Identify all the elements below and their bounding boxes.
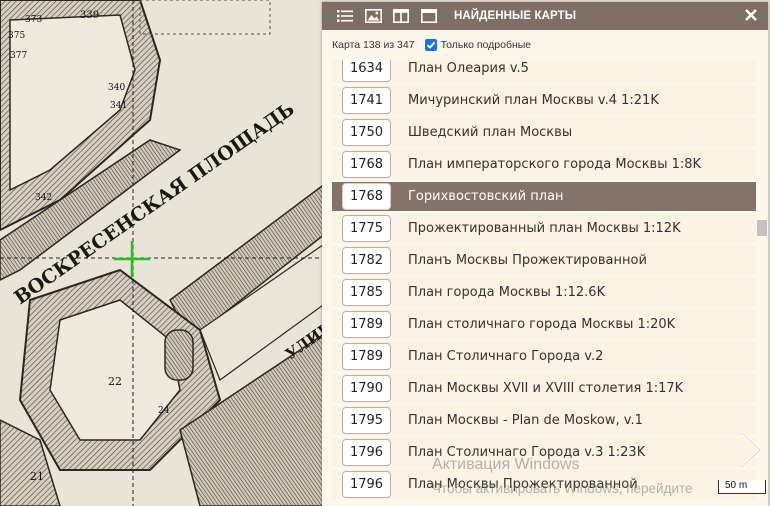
map-year-badge[interactable]: 1741 bbox=[342, 87, 391, 114]
maps-list[interactable]: 1634 План Олеария v.5 1741 Мичуринский план… bbox=[332, 60, 756, 506]
map-number: 339 bbox=[80, 10, 99, 21]
found-maps-panel: НАЙДЕННЫЕ КАРТЫ Карта 138 из 347 Только … bbox=[322, 2, 768, 506]
detailed-only-label: Только подробные bbox=[440, 39, 532, 51]
map-year-badge[interactable]: 1789 bbox=[342, 343, 391, 370]
map-number: 22 bbox=[108, 375, 122, 388]
map-title: План Москвы XVII и XVIII столетия 1:17K bbox=[408, 381, 684, 396]
map-number: 341 bbox=[110, 101, 127, 111]
close-icon[interactable] bbox=[742, 6, 760, 24]
map-list-item[interactable]: 1785 План города Москвы 1:12.6K bbox=[332, 278, 756, 307]
map-list-item[interactable]: 1775 Прожектированный план Москвы 1:12K bbox=[332, 214, 756, 243]
map-title: Мичуринский план Москвы v.4 1:21K bbox=[408, 93, 659, 108]
windows-activation-title: Активация Windows bbox=[432, 456, 580, 473]
map-title: Планъ Москвы Прожектированной bbox=[408, 253, 647, 268]
map-list-item[interactable]: 1782 Планъ Москвы Прожектированной bbox=[332, 246, 756, 275]
split-view-icon[interactable] bbox=[392, 8, 410, 24]
map-title: Прожектированный план Москвы 1:12K bbox=[408, 221, 681, 236]
panel-header: НАЙДЕННЫЕ КАРТЫ bbox=[322, 2, 768, 30]
map-title: План императорского города Москвы 1:8K bbox=[408, 157, 702, 172]
map-counter: Карта 138 из 347 bbox=[332, 39, 415, 51]
map-number: 24 bbox=[158, 406, 170, 416]
map-title: План Москвы - Plan de Moskow, v.1 bbox=[408, 413, 643, 428]
map-year-badge[interactable]: 1796 bbox=[342, 471, 391, 498]
map-number: 340 bbox=[108, 83, 125, 93]
map-number: 21 bbox=[30, 470, 44, 483]
map-number: 373 bbox=[25, 15, 42, 25]
map-year-badge[interactable]: 1634 bbox=[342, 60, 391, 82]
map-list-item[interactable]: 1795 План Москвы - Plan de Moskow, v.1 bbox=[332, 406, 756, 435]
map-list-item[interactable]: 1634 План Олеария v.5 bbox=[332, 60, 756, 83]
map-number: 377 bbox=[10, 51, 27, 61]
window-view-icon[interactable] bbox=[420, 8, 438, 24]
map-number: 375 bbox=[8, 31, 25, 41]
map-year-badge[interactable]: 1795 bbox=[342, 407, 391, 434]
map-list-item[interactable]: 1789 План столичнаго города Москвы 1:20K bbox=[332, 310, 756, 339]
map-list-item[interactable]: 1741 Мичуринский план Москвы v.4 1:21K bbox=[332, 86, 756, 115]
windows-activation-text: Чтобы активировать Windows, перейдите bbox=[432, 481, 693, 496]
map-year-badge[interactable]: 1768 bbox=[342, 183, 391, 210]
panel-title: НАЙДЕННЫЕ КАРТЫ bbox=[454, 10, 577, 22]
map-title: Шведский план Москвы bbox=[408, 125, 573, 140]
detailed-only-toggle[interactable]: Только подробные bbox=[424, 39, 532, 51]
detailed-only-checkbox[interactable] bbox=[424, 39, 437, 51]
map-list-item[interactable]: 1768 План императорского города Москвы 1:… bbox=[332, 150, 756, 179]
scale-bar: 50 m bbox=[718, 480, 766, 494]
map-year-badge[interactable]: 1789 bbox=[342, 311, 391, 338]
map-year-badge[interactable]: 1768 bbox=[342, 151, 391, 178]
map-year-badge[interactable]: 1790 bbox=[342, 375, 391, 402]
map-title: План Олеария v.5 bbox=[408, 61, 529, 76]
map-title: Горихвостовский план bbox=[408, 189, 564, 204]
map-list-item[interactable]: 1768 Горихвостовский план bbox=[332, 182, 756, 211]
image-view-icon[interactable] bbox=[364, 8, 382, 24]
list-view-icon[interactable] bbox=[336, 8, 354, 24]
map-year-badge[interactable]: 1750 bbox=[342, 119, 391, 146]
map-list-item[interactable]: 1750 Шведский план Москвы bbox=[332, 118, 756, 147]
map-title: План города Москвы 1:12.6K bbox=[408, 285, 606, 300]
next-arrow-icon[interactable] bbox=[736, 430, 764, 470]
panel-subbar: Карта 138 из 347 Только подробные bbox=[322, 30, 768, 60]
map-year-badge[interactable]: 1796 bbox=[342, 439, 391, 466]
map-list-item[interactable]: 1790 План Москвы XVII и XVIII столетия 1:… bbox=[332, 374, 756, 403]
map-list-item[interactable]: 1789 План Столичнаго Города v.2 bbox=[332, 342, 756, 371]
map-year-badge[interactable]: 1775 bbox=[342, 215, 391, 242]
map-year-badge[interactable]: 1782 bbox=[342, 247, 391, 274]
scrollbar-thumb[interactable] bbox=[757, 220, 767, 236]
map-year-badge[interactable]: 1785 bbox=[342, 279, 391, 306]
map-number: 342 bbox=[35, 193, 52, 203]
map-title: План столичнаго города Москвы 1:20K bbox=[408, 317, 676, 332]
map-title: План Столичнаго Города v.2 bbox=[408, 349, 604, 364]
